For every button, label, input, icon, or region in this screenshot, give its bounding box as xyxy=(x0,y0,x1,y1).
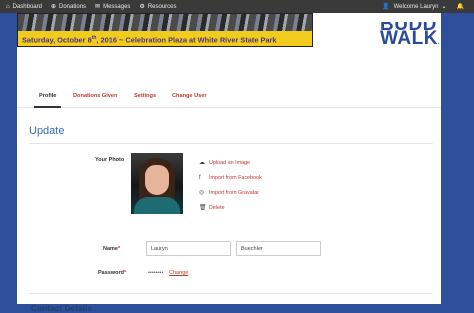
password-mask: •••••••• xyxy=(148,270,164,276)
messages-icon: ✉ xyxy=(95,4,101,10)
user-menu[interactable]: 👤 Welcome Lauryn ⌄ 🔔 xyxy=(382,0,468,13)
profile-tabs: Profile Donations Given Settings Change … xyxy=(17,85,441,108)
chevron-down-icon: ⌄ xyxy=(441,4,447,10)
divider xyxy=(29,143,433,144)
import-facebook-link[interactable]: f Import from Facebook xyxy=(199,170,262,185)
nav-dashboard-label: Dashboard xyxy=(12,3,42,10)
buddy-walk-logo: BUDDY WALK. xyxy=(380,22,441,49)
nav-donations-link[interactable]: ⊕ Donations xyxy=(50,3,87,11)
photo-actions: ☁ Upload an Image f Import from Facebook… xyxy=(199,155,262,215)
nav-donations-label: Donations xyxy=(59,3,87,10)
nav-dashboard-link[interactable]: ⌂ Dashboard xyxy=(6,4,42,10)
gravatar-icon: ◎ xyxy=(199,190,205,196)
import-gravatar-link[interactable]: ◎ Import from Gravatar xyxy=(199,185,262,200)
last-name-input[interactable] xyxy=(236,241,321,256)
nav-messages-link[interactable]: ✉ Messages xyxy=(95,3,131,11)
profile-photo xyxy=(131,153,183,214)
resources-icon: ⚙ xyxy=(139,4,145,10)
user-avatar-icon: 👤 xyxy=(382,4,390,10)
password-label: Password* xyxy=(98,270,127,276)
bell-icon[interactable]: 🔔 xyxy=(457,3,464,10)
donations-icon: ⊕ xyxy=(50,4,57,10)
divider xyxy=(29,293,433,294)
nav-resources-label: Resources xyxy=(147,3,177,10)
profile-page: Saturday, October 8th, 2016 ~ Celebratio… xyxy=(17,13,441,313)
trash-icon: 🗑 xyxy=(199,205,207,211)
banner-graphic xyxy=(18,14,312,31)
tab-settings[interactable]: Settings xyxy=(134,93,156,99)
event-banner: Saturday, October 8th, 2016 ~ Celebratio… xyxy=(17,13,313,47)
tab-profile[interactable]: Profile xyxy=(33,93,62,108)
nav-messages-label: Messages xyxy=(103,3,131,10)
upload-image-link[interactable]: ☁ Upload an Image xyxy=(199,155,262,170)
page-title: Update xyxy=(29,125,65,137)
welcome-text: Welcome Lauryn xyxy=(393,3,439,10)
page-background-right xyxy=(441,13,474,304)
cloud-upload-icon: ☁ xyxy=(199,160,205,166)
first-name-input[interactable] xyxy=(146,241,231,256)
name-label: Name* xyxy=(103,246,121,252)
photo-label: Your Photo xyxy=(95,157,125,163)
top-navigation-bar: ⌂ Dashboard ⊕ Donations ✉ Messages ⚙ Res… xyxy=(0,0,474,13)
nav-resources-link[interactable]: ⚙ Resources xyxy=(139,3,177,11)
contact-details-heading: Contact Details xyxy=(31,303,92,313)
tab-donations-given[interactable]: Donations Given xyxy=(73,93,117,99)
facebook-icon: f xyxy=(199,174,201,181)
event-date-location: Saturday, October 8th, 2016 ~ Celebratio… xyxy=(22,35,277,45)
tab-change-user[interactable]: Change User xyxy=(172,93,207,99)
change-password-link[interactable]: Change xyxy=(169,270,188,276)
delete-photo-link[interactable]: 🗑 Delete xyxy=(199,200,262,215)
dashboard-icon: ⌂ xyxy=(6,3,10,10)
